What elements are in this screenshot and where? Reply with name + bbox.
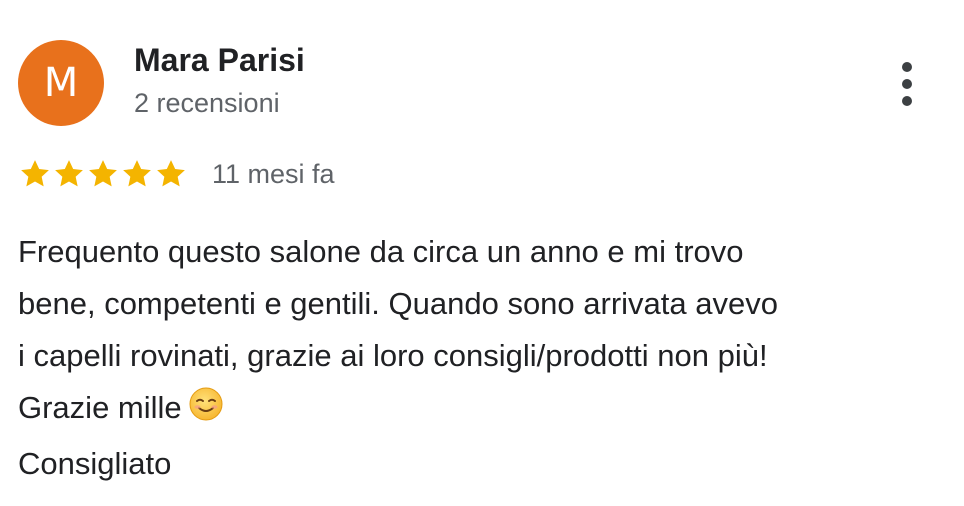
star-icon — [55, 160, 83, 187]
avatar-initial: M — [43, 60, 79, 106]
review-text-line: i capelli rovinati, grazie ai loro consi… — [18, 338, 768, 373]
star-icon — [21, 160, 49, 187]
avatar[interactable]: M — [18, 40, 104, 126]
review-count[interactable]: 2 recensioni — [134, 88, 280, 119]
review-text-line-with-emoji: Grazie mille — [18, 382, 948, 438]
review-text-line: bene, competenti e gentili. Quando sono … — [18, 286, 778, 321]
reviewer-name[interactable]: Mara Parisi — [134, 42, 305, 79]
review-text-line: Frequento questo salone da circa un anno… — [18, 234, 744, 269]
star-icon — [157, 160, 185, 187]
review-text-line: Consigliato — [18, 446, 172, 481]
review-time: 11 mesi fa — [212, 158, 335, 189]
star-rating — [18, 157, 188, 191]
more-vert-icon — [902, 62, 912, 106]
more-options-button[interactable] — [886, 56, 928, 112]
review-text-line: Grazie mille — [18, 390, 182, 425]
smiling-face-icon — [188, 386, 224, 438]
star-icon — [123, 160, 151, 187]
star-icon — [89, 160, 117, 187]
review-text: Frequento questo salone da circa un anno… — [18, 226, 948, 490]
rating-row: 11 mesi fa — [18, 154, 335, 194]
